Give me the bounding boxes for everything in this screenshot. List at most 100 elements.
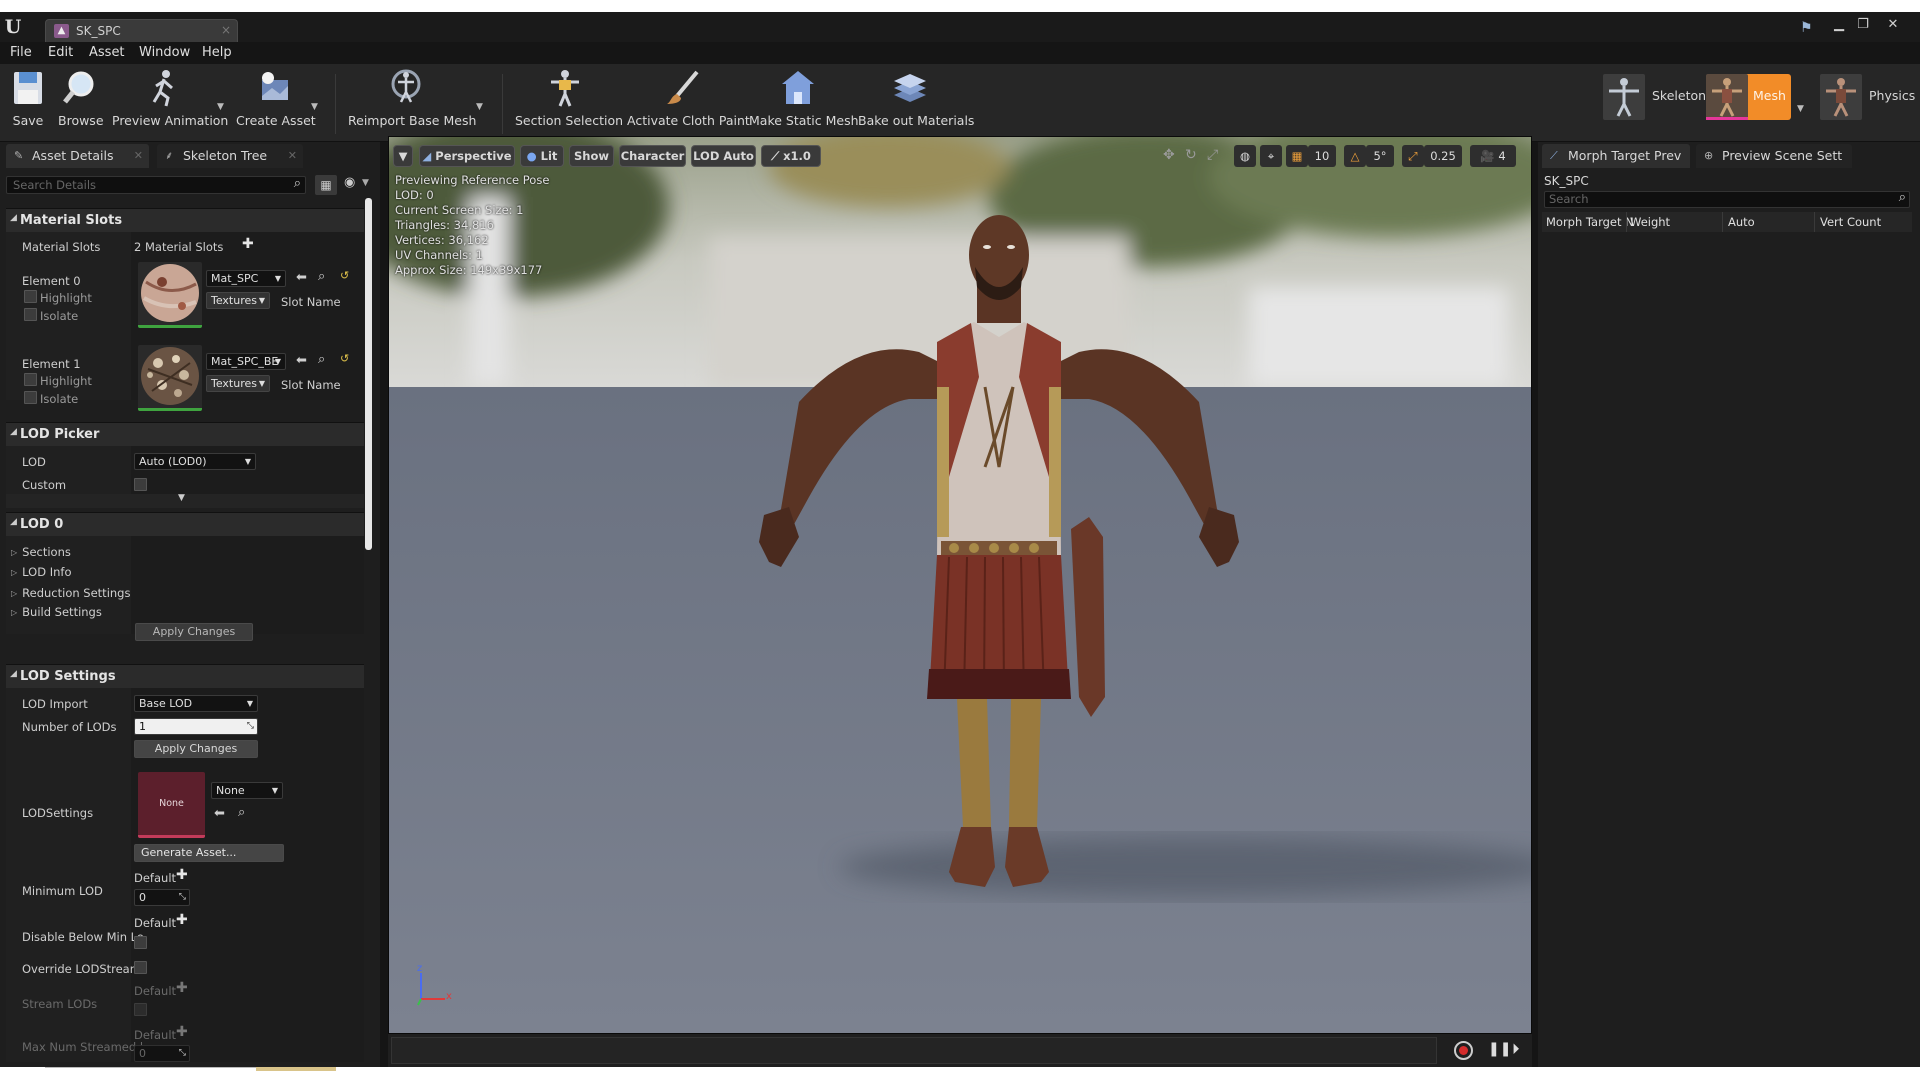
material-asset-picker[interactable]: Mat_SPC_BE ▼ (206, 353, 286, 370)
subcategory-reduction-settings[interactable]: Reduction Settings (11, 586, 130, 600)
grid-snap-icon[interactable]: ▦ (1286, 145, 1308, 167)
camera-speed-control[interactable]: 🎥 4 (1470, 145, 1516, 167)
isolate-checkbox[interactable] (24, 391, 37, 404)
reimport-base-mesh-button[interactable]: Reimport Base Mesh (348, 68, 476, 134)
use-selected-arrow-icon[interactable]: ⬅ (296, 270, 307, 285)
add-platform-override-icon[interactable]: ✚ (176, 912, 188, 928)
close-window-button[interactable]: ✕ (1882, 18, 1904, 32)
lod-settings-asset-thumbnail[interactable]: None (138, 772, 205, 838)
disable-below-min-lod-checkbox[interactable] (134, 936, 147, 949)
reset-to-default-icon[interactable]: ↺ (340, 352, 349, 365)
material-thumbnail[interactable] (138, 262, 202, 328)
timeline-scrubber[interactable] (391, 1037, 1437, 1064)
use-selected-arrow-icon[interactable]: ⬅ (214, 806, 225, 821)
menu-asset[interactable]: Asset (89, 45, 125, 60)
menu-edit[interactable]: Edit (48, 45, 73, 60)
create-asset-dropdown-icon[interactable]: ▼ (311, 102, 321, 112)
lod-auto-button[interactable]: LOD Auto (691, 145, 756, 167)
viewport-options-button[interactable]: ▼ (393, 145, 413, 167)
rotation-snap-value[interactable]: 5° (1366, 145, 1394, 167)
tab-asset-details[interactable]: ✎ Asset Details ✕ (6, 144, 149, 168)
rotation-snap-icon[interactable]: △ (1344, 145, 1366, 167)
column-auto[interactable]: Auto (1728, 215, 1755, 229)
playback-speed-button[interactable]: ⟋ x1.0 (761, 145, 821, 167)
browse-asset-icon[interactable]: ⌕ (318, 352, 325, 367)
help-icon[interactable]: ⚑ (1800, 20, 1813, 36)
advanced-expander[interactable]: ▼ (6, 493, 364, 508)
restore-button[interactable]: ❐ (1852, 18, 1874, 32)
document-tab[interactable]: ▲ SK_SPC × (45, 19, 238, 42)
category-material-slots[interactable]: ◢ Material Slots (6, 208, 364, 232)
viewport[interactable]: ▼ ◢ Perspective ● Lit Show Character LOD… (388, 136, 1532, 1034)
textures-dropdown[interactable]: Textures ▼ (206, 292, 270, 309)
grid-view-icon[interactable]: ▦ (315, 175, 337, 195)
apply-changes-button[interactable]: Apply Changes (135, 623, 253, 641)
tab-close-icon[interactable]: × (221, 23, 231, 37)
preview-animation-dropdown-icon[interactable]: ▼ (217, 102, 227, 112)
morph-target-search-input[interactable]: Search ⌕ (1544, 190, 1910, 208)
menu-file[interactable]: File (10, 45, 32, 60)
section-selection-button[interactable]: Section Selection (515, 68, 623, 134)
isolate-checkbox[interactable] (24, 308, 37, 321)
view-options-dropdown-icon[interactable]: ▼ (362, 178, 369, 188)
bake-out-materials-button[interactable]: Bake out Materials (858, 68, 974, 134)
step-forward-icon[interactable]: ⏵ (1512, 1040, 1520, 1058)
subcategory-lod-info[interactable]: LOD Info (11, 565, 71, 579)
category-lod-0[interactable]: ◢ LOD 0 (6, 512, 364, 536)
save-button[interactable]: Save (8, 68, 48, 134)
mesh-mode-button[interactable]: Mesh (1706, 74, 1791, 120)
scale-snap-value[interactable]: 0.25 (1424, 145, 1462, 167)
tab-skeleton-tree[interactable]: ⸙ Skeleton Tree ✕ (157, 144, 303, 168)
unreal-logo-icon[interactable]: U (3, 17, 23, 37)
create-asset-button[interactable]: Create Asset (236, 68, 316, 134)
lit-button[interactable]: ● Lit (520, 145, 564, 167)
material-thumbnail[interactable] (138, 345, 202, 411)
reimport-dropdown-icon[interactable]: ▼ (476, 102, 486, 112)
subcategory-sections[interactable]: Sections (11, 545, 71, 559)
browse-asset-icon[interactable]: ⌕ (238, 805, 245, 820)
show-button[interactable]: Show (569, 145, 614, 167)
apply-changes-button[interactable]: Apply Changes (134, 740, 258, 758)
highlight-checkbox[interactable] (24, 290, 37, 303)
highlight-checkbox[interactable] (24, 373, 37, 386)
activate-cloth-paint-button[interactable]: Activate Cloth Paint (627, 68, 750, 134)
custom-checkbox[interactable] (134, 478, 147, 491)
mesh-mode-dropdown-icon[interactable]: ▼ (1797, 104, 1807, 114)
scale-gizmo-icon[interactable]: ⤢ (1207, 147, 1218, 163)
add-platform-override-icon[interactable]: ✚ (176, 867, 188, 883)
menu-help[interactable]: Help (202, 45, 232, 60)
perspective-button[interactable]: ◢ Perspective (419, 145, 515, 167)
lod-settings-asset-picker[interactable]: None ▼ (211, 782, 283, 799)
column-weight[interactable]: Weight (1630, 215, 1670, 229)
category-lod-settings[interactable]: ◢ LOD Settings (6, 664, 364, 688)
rotate-gizmo-icon[interactable]: ↻ (1185, 147, 1197, 163)
translate-gizmo-icon[interactable]: ✥ (1163, 147, 1175, 163)
details-scrollbar[interactable] (365, 198, 372, 550)
minimize-button[interactable]: ▁ (1828, 18, 1850, 32)
surface-snap-icon[interactable]: ⌖ (1260, 145, 1282, 167)
record-button[interactable] (1454, 1041, 1473, 1060)
reset-to-default-icon[interactable]: ↺ (340, 269, 349, 282)
scale-snap-icon[interactable]: ⤢ (1402, 145, 1424, 167)
column-morph-target-name[interactable]: Morph Target N (1546, 215, 1634, 229)
add-material-slot-icon[interactable]: ✚ (242, 236, 254, 252)
column-vert-count[interactable]: Vert Count (1820, 215, 1881, 229)
lod-import-dropdown[interactable]: Base LOD ▼ (134, 695, 258, 712)
number-of-lods-input[interactable]: 1 ⤡ (134, 718, 258, 735)
eye-icon[interactable]: ◉ (344, 175, 355, 190)
browse-asset-icon[interactable]: ⌕ (318, 269, 325, 284)
coordinate-space-icon[interactable]: ◍ (1234, 145, 1256, 167)
pause-icon[interactable]: ❚❚ (1488, 1041, 1511, 1057)
physics-mode-button[interactable]: Physics (1820, 74, 1920, 120)
lod-dropdown[interactable]: Auto (LOD0) ▼ (134, 453, 256, 470)
preview-animation-button[interactable]: Preview Animation (112, 68, 228, 134)
material-asset-picker[interactable]: Mat_SPC ▼ (206, 270, 286, 287)
use-selected-arrow-icon[interactable]: ⬅ (296, 353, 307, 368)
menu-window[interactable]: Window (139, 45, 190, 60)
subcategory-build-settings[interactable]: Build Settings (11, 605, 102, 619)
minimum-lod-input[interactable]: 0 ⤡ (134, 889, 190, 906)
details-search-input[interactable]: Search Details ⌕ (6, 176, 306, 194)
tab-morph-target-preview[interactable]: ⟋ Morph Target Prev (1542, 144, 1690, 168)
browse-button[interactable]: Browse (58, 68, 104, 134)
category-lod-picker[interactable]: ◢ LOD Picker (6, 422, 364, 446)
